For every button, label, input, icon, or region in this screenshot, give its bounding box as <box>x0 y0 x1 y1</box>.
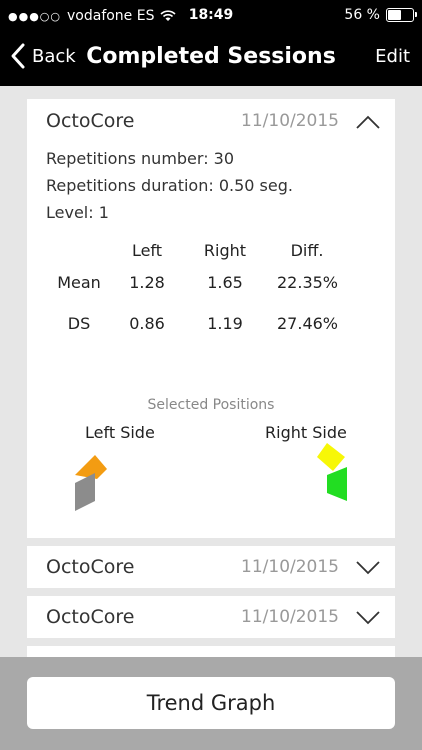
chevron-up-icon[interactable] <box>355 114 381 130</box>
ds-right: 1.19 <box>207 314 243 333</box>
ds-left: 0.86 <box>129 314 165 333</box>
left-bottom-position <box>75 473 95 511</box>
trend-graph-button[interactable]: Trend Graph <box>27 677 395 729</box>
chevron-down-icon[interactable] <box>355 560 381 576</box>
repetitions-duration: Repetitions duration: 0.50 seg. <box>46 176 293 195</box>
session-card-partial[interactable] <box>27 646 395 657</box>
session-list[interactable]: OctoCore 11/10/2015 Repetitions number: … <box>0 86 422 657</box>
session-level: Level: 1 <box>46 203 109 222</box>
ds-diff: 27.46% <box>277 314 339 333</box>
mean-right: 1.65 <box>207 273 243 292</box>
battery-percent: 56 % <box>344 7 380 23</box>
session-card[interactable]: OctoCore 11/10/2015 <box>27 596 395 638</box>
session-name: OctoCore <box>46 606 135 628</box>
battery-info: 56 % <box>344 7 417 23</box>
session-card[interactable]: OctoCore 11/10/2015 <box>27 546 395 588</box>
session-header[interactable]: OctoCore 11/10/2015 <box>27 596 395 638</box>
bottom-bar: Trend Graph <box>0 657 422 750</box>
left-side-positions <box>75 455 107 511</box>
selected-positions-label: Selected Positions <box>147 397 275 413</box>
header-left: Left <box>131 241 163 260</box>
navigation-bar: Back Completed Sessions Edit <box>0 32 422 86</box>
row-label-mean: Mean <box>57 273 101 292</box>
edit-button[interactable]: Edit <box>375 46 410 67</box>
session-header[interactable]: OctoCore 11/10/2015 <box>27 546 395 588</box>
session-name: OctoCore <box>46 110 135 132</box>
session-date: 11/10/2015 <box>241 111 339 131</box>
page-title: Completed Sessions <box>86 44 336 69</box>
session-date: 11/10/2015 <box>241 557 339 577</box>
session-name: OctoCore <box>46 556 135 578</box>
session-date: 11/10/2015 <box>241 607 339 627</box>
mean-left: 1.28 <box>129 273 165 292</box>
status-bar: ●●●○○ vodafone ES 18:49 56 % <box>0 0 422 32</box>
right-top-position <box>317 443 345 471</box>
chevron-down-icon[interactable] <box>355 610 381 626</box>
header-diff: Diff. <box>290 241 324 260</box>
row-label-ds: DS <box>67 314 91 333</box>
header-right: Right <box>203 241 247 260</box>
mean-diff: 22.35% <box>277 273 339 292</box>
session-header[interactable]: OctoCore 11/10/2015 <box>27 99 395 145</box>
right-side-positions <box>317 443 347 501</box>
top-bar: ●●●○○ vodafone ES 18:49 56 % Back Comple… <box>0 0 422 86</box>
right-bottom-position <box>327 467 347 501</box>
session-card-expanded: OctoCore 11/10/2015 Repetitions number: … <box>27 99 395 538</box>
repetitions-number: Repetitions number: 30 <box>46 149 235 168</box>
battery-icon <box>386 8 417 22</box>
